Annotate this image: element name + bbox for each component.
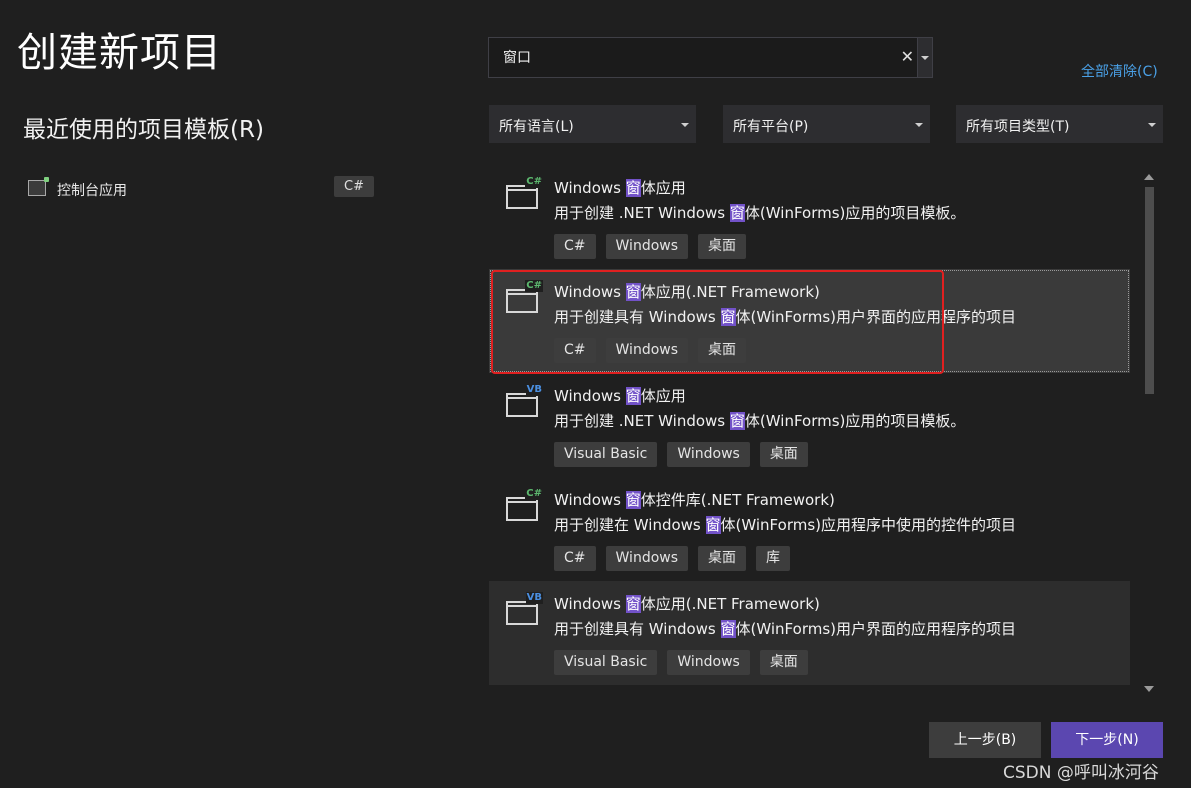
project-type-filter[interactable]: 所有项目类型(T) — [956, 105, 1163, 143]
chevron-down-icon — [915, 123, 923, 127]
control-library-csharp-icon: C# — [505, 488, 543, 521]
template-tags: C# Windows 桌面 库 — [554, 546, 791, 571]
template-name: Windows 窗体应用(.NET Framework) — [554, 283, 820, 301]
template-name: Windows 窗体控件库(.NET Framework) — [554, 491, 835, 509]
search-highlight: 窗 — [705, 516, 721, 534]
template-tag: C# — [554, 338, 596, 363]
template-description: 用于创建具有 Windows 窗体(WinForms)用户界面的应用程序的项目 — [554, 308, 1016, 326]
template-name: Windows 窗体应用(.NET Framework) — [554, 595, 820, 613]
template-tag: Windows — [605, 546, 689, 571]
template-item[interactable]: VB Windows 窗体应用 用于创建 .NET Windows 窗体(Win… — [489, 373, 1130, 477]
template-description: 用于创建 .NET Windows 窗体(WinForms)应用的项目模板。 — [554, 412, 966, 430]
template-item[interactable]: C# Windows 窗体应用 用于创建 .NET Windows 窗体(Win… — [489, 165, 1130, 269]
template-tag: 桌面 — [759, 442, 808, 467]
clear-search-icon[interactable]: ✕ — [901, 47, 914, 66]
template-tag: 桌面 — [698, 338, 747, 363]
language-filter[interactable]: 所有语言(L) — [489, 105, 696, 143]
template-tag: 桌面 — [698, 234, 747, 259]
template-description: 用于创建具有 Windows 窗体(WinForms)用户界面的应用程序的项目 — [554, 620, 1016, 638]
template-list: C# Windows 窗体应用 用于创建 .NET Windows 窗体(Win… — [489, 165, 1130, 685]
recent-template-item[interactable]: 控制台应用 C# — [24, 174, 374, 204]
winforms-csharp-icon: C# — [505, 280, 543, 313]
template-tags: Visual Basic Windows 桌面 — [554, 650, 808, 675]
scroll-up-icon[interactable] — [1144, 174, 1154, 180]
template-tag: 库 — [756, 546, 791, 571]
search-highlight: 窗 — [625, 283, 641, 301]
search-history-dropdown[interactable] — [917, 38, 932, 77]
project-type-filter-label: 所有项目类型(T) — [966, 119, 1070, 135]
language-filter-label: 所有语言(L) — [499, 119, 574, 135]
list-scrollbar[interactable] — [1140, 165, 1158, 696]
console-app-icon — [28, 177, 49, 196]
search-highlight: 窗 — [720, 308, 736, 326]
template-tag: Windows — [605, 338, 689, 363]
template-tag: Windows — [667, 442, 750, 467]
template-description: 用于创建在 Windows 窗体(WinForms)应用程序中使用的控件的项目 — [554, 516, 1016, 534]
next-button[interactable]: 下一步(N) — [1051, 722, 1163, 758]
template-tags: C# Windows 桌面 — [554, 338, 747, 363]
template-description: 用于创建 .NET Windows 窗体(WinForms)应用的项目模板。 — [554, 204, 966, 222]
platform-filter[interactable]: 所有平台(P) — [723, 105, 930, 143]
template-tag: C# — [554, 234, 596, 259]
winforms-csharp-icon: C# — [505, 176, 543, 209]
search-highlight: 窗 — [625, 179, 641, 197]
template-tag: Visual Basic — [554, 442, 658, 467]
search-highlight: 窗 — [729, 412, 745, 430]
template-name: Windows 窗体应用 — [554, 387, 686, 405]
platform-filter-label: 所有平台(P) — [733, 119, 809, 135]
winforms-vb-icon: VB — [505, 384, 543, 417]
chevron-down-icon — [681, 123, 689, 127]
template-tag: Windows — [605, 234, 689, 259]
recent-templates-heading: 最近使用的项目模板(R) — [23, 117, 264, 143]
template-tag: Visual Basic — [554, 650, 658, 675]
scroll-down-icon[interactable] — [1144, 686, 1154, 692]
recent-template-label: 控制台应用 — [57, 183, 127, 199]
template-item[interactable]: C# Windows 窗体控件库(.NET Framework) 用于创建在 W… — [489, 477, 1130, 581]
search-highlight: 窗 — [625, 595, 641, 613]
winforms-vb-icon: VB — [505, 592, 543, 625]
search-box: ✕ — [488, 37, 933, 78]
search-highlight: 窗 — [720, 620, 736, 638]
watermark: CSDN @呼叫冰河谷 — [1003, 763, 1159, 783]
clear-all-link[interactable]: 全部清除(C) — [1081, 61, 1158, 81]
template-tag: Windows — [667, 650, 750, 675]
search-highlight: 窗 — [625, 491, 641, 509]
template-tag: 桌面 — [698, 546, 747, 571]
template-item-selected[interactable]: C# Windows 窗体应用(.NET Framework) 用于创建具有 W… — [489, 269, 1130, 373]
template-name: Windows 窗体应用 — [554, 179, 686, 197]
recent-template-tag: C# — [334, 176, 374, 197]
back-button[interactable]: 上一步(B) — [929, 722, 1041, 758]
template-tags: Visual Basic Windows 桌面 — [554, 442, 808, 467]
template-tags: C# Windows 桌面 — [554, 234, 747, 259]
scroll-thumb[interactable] — [1145, 187, 1154, 394]
search-highlight: 窗 — [729, 204, 745, 222]
page-title: 创建新项目 — [17, 30, 222, 76]
chevron-down-icon — [1148, 123, 1156, 127]
search-input[interactable] — [503, 49, 883, 65]
template-tag: 桌面 — [759, 650, 808, 675]
template-tag: C# — [554, 546, 596, 571]
search-highlight: 窗 — [625, 387, 641, 405]
template-item[interactable]: VB Windows 窗体应用(.NET Framework) 用于创建具有 W… — [489, 581, 1130, 685]
